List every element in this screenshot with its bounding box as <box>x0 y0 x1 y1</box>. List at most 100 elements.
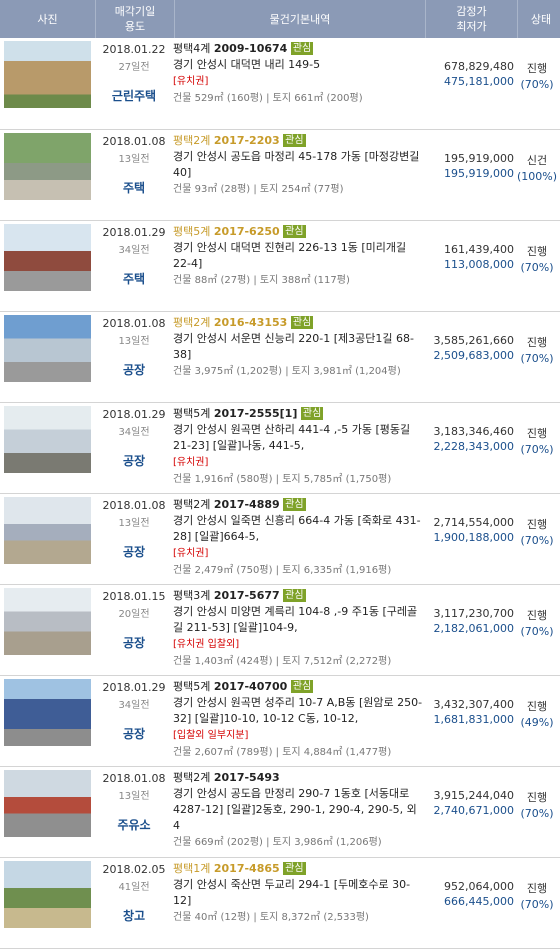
usage-type: 주유소 <box>117 817 151 832</box>
photo-cell <box>0 675 95 766</box>
days-ago: 27일전 <box>118 62 150 73</box>
favorite-badge[interactable]: 관심 <box>283 588 306 602</box>
table-row[interactable]: 2018.01.08 13일전 주택 평택2계 2017-2203 관심 경기 … <box>0 129 560 220</box>
minimum-price: 113,008,000 <box>444 257 514 271</box>
price-cell: 2,714,554,000 1,900,188,000 <box>423 493 514 584</box>
details-cell: 평택5계 2017-6250 관심 경기 안성시 대덕면 진현리 226-13 … <box>173 220 423 311</box>
property-photo[interactable] <box>4 860 91 928</box>
days-ago: 20일전 <box>118 608 150 620</box>
property-photo[interactable] <box>4 41 91 108</box>
status-text: 진행 <box>526 335 548 349</box>
appraisal-price: 3,183,346,460 <box>433 424 514 438</box>
warning-tag: [유치권] <box>173 456 209 468</box>
price-cell: 952,064,000 666,445,000 <box>423 857 514 948</box>
photo-cell <box>0 584 95 675</box>
table-row[interactable]: 2018.01.29 34일전 공장 평택5계 2017-40700 관심 경기… <box>0 675 560 766</box>
property-photo[interactable] <box>4 496 91 564</box>
case-number-link[interactable]: 2017-4865 <box>214 862 280 875</box>
warning-tag: [입찰외 일부지분] <box>173 729 249 741</box>
table-row[interactable]: 2018.01.08 13일전 공장 평택2계 2017-4889 관심 경기 … <box>0 493 560 584</box>
property-photo[interactable] <box>4 769 91 837</box>
price-cell: 195,919,000 195,919,000 <box>423 129 514 220</box>
status-text: 신건 <box>526 153 548 167</box>
favorite-badge[interactable]: 관심 <box>290 315 314 329</box>
area-info: 건물 93㎡ (28평) | 토지 254㎡ (77평) <box>173 183 344 195</box>
favorite-badge[interactable]: 관심 <box>283 224 306 238</box>
days-ago: 13일전 <box>118 790 150 802</box>
table-row[interactable]: 2018.01.22 27일전 근린주택 평택4계 2009-10674 관심 … <box>0 38 560 129</box>
case-number-link[interactable]: 2017-4889 <box>214 498 280 511</box>
favorite-badge[interactable]: 관심 <box>290 679 314 693</box>
minimum-price: 2,509,683,000 <box>433 348 514 362</box>
case-number-link[interactable]: 2017-2555[1] <box>214 407 298 420</box>
status-percent: (49%) <box>520 715 554 729</box>
table-row[interactable]: 2018.01.08 13일전 주유소 평택2계 2017-5493 경기 안성… <box>0 766 560 857</box>
status-percent: (70%) <box>520 351 554 365</box>
col-price: 감정가 최저가 <box>425 0 518 38</box>
status-cell: 신건 (100%) <box>514 129 560 220</box>
details-cell: 평택2계 2017-2203 관심 경기 안성시 공도읍 마정리 45-178 … <box>173 129 423 220</box>
table-row[interactable]: 2018.01.29 34일전 공장 평택5계 2017-2555[1] 관심 … <box>0 402 560 493</box>
days-ago: 13일전 <box>118 335 150 347</box>
table-row[interactable]: 2018.01.15 20일전 공장 평택3계 2017-5677 관심 경기 … <box>0 584 560 675</box>
days-ago: 41일전 <box>118 881 150 893</box>
favorite-badge[interactable]: 관심 <box>283 861 306 875</box>
property-photo[interactable] <box>4 587 91 655</box>
area-info: 건물 40㎡ (12평) | 토지 8,372㎡ (2,533평) <box>173 911 369 923</box>
photo-cell <box>0 311 95 402</box>
address: 경기 안성시 죽산면 두교리 294-1 [두메호수로 30-12] <box>173 877 411 907</box>
status-percent: (70%) <box>520 78 554 91</box>
case-number-link[interactable]: 2016-43153 <box>214 316 287 329</box>
appraisal-price: 3,915,244,040 <box>433 788 514 802</box>
favorite-badge[interactable]: 관심 <box>283 133 306 147</box>
property-photo[interactable] <box>4 678 91 746</box>
col-photo: 사진 <box>0 0 96 38</box>
status-percent: (70%) <box>520 533 554 547</box>
minimum-price: 2,182,061,000 <box>433 621 514 635</box>
table-row[interactable]: 2018.01.08 13일전 공장 평택2계 2016-43153 관심 경기… <box>0 311 560 402</box>
details-cell: 평택2계 2017-5493 경기 안성시 공도읍 만정리 290-7 1동호 … <box>173 766 423 857</box>
property-photo[interactable] <box>4 405 91 473</box>
area-info: 건물 1,403㎡ (424평) | 토지 7,512㎡ (2,272평) <box>173 655 392 667</box>
table-row[interactable]: 2018.01.29 34일전 주택 평택5계 2017-6250 관심 경기 … <box>0 220 560 311</box>
usage-type: 공장 <box>122 635 146 650</box>
property-photo[interactable] <box>4 132 91 200</box>
appraisal-price: 678,829,480 <box>444 60 514 73</box>
col-status: 상태 <box>530 12 552 26</box>
days-ago: 13일전 <box>118 153 150 165</box>
property-photo[interactable] <box>4 223 91 291</box>
usage-type: 공장 <box>122 726 146 741</box>
case-number-link[interactable]: 2017-2203 <box>214 134 280 147</box>
table-header: 사진 매각기일 용도 물건기본내역 감정가 최저가 상태 <box>0 0 560 38</box>
auction-date: 2018.01.15 <box>102 589 166 603</box>
case-number-link[interactable]: 2017-40700 <box>214 680 287 693</box>
status-text: 진행 <box>526 62 548 75</box>
table-body: 2018.01.22 27일전 근린주택 평택4계 2009-10674 관심 … <box>0 38 560 949</box>
status-percent: (70%) <box>520 442 554 456</box>
minimum-price: 475,181,000 <box>444 75 514 88</box>
address: 경기 안성시 일죽면 신흥리 664-4 가동 [죽화로 431-28] [일괄… <box>173 513 421 543</box>
price-cell: 3,432,307,400 1,681,831,000 <box>423 675 514 766</box>
case-number-link[interactable]: 2017-6250 <box>214 225 280 238</box>
favorite-badge[interactable]: 관심 <box>290 42 314 55</box>
case-number-link[interactable]: 2017-5677 <box>214 589 280 602</box>
favorite-badge[interactable]: 관심 <box>300 406 324 420</box>
property-photo[interactable] <box>4 314 91 382</box>
case-number-link[interactable]: 2009-10674 <box>214 42 287 55</box>
auction-date: 2018.01.08 <box>102 771 166 785</box>
photo-cell <box>0 220 95 311</box>
photo-cell <box>0 129 95 220</box>
status-cell: 진행 (70%) <box>514 402 560 493</box>
case-number-link[interactable]: 2017-5493 <box>214 771 280 784</box>
status-text: 진행 <box>526 517 548 531</box>
auction-date: 2018.01.29 <box>102 680 166 694</box>
auction-date: 2018.01.29 <box>102 225 166 239</box>
price-cell: 3,183,346,460 2,228,343,000 <box>423 402 514 493</box>
address: 경기 안성시 대덕면 내리 149-5 <box>173 58 321 71</box>
table-row[interactable]: 2018.02.05 41일전 창고 평택1계 2017-4865 관심 경기 … <box>0 857 560 948</box>
auction-date: 2018.02.05 <box>102 862 166 876</box>
court-name: 평택4계 <box>173 42 211 55</box>
table-rows: 2018.01.22 27일전 근린주택 평택4계 2009-10674 관심 … <box>0 38 560 949</box>
address: 경기 안성시 공도읍 만정리 290-7 1동호 [서동대로 4287-12] … <box>173 786 417 832</box>
favorite-badge[interactable]: 관심 <box>283 497 306 511</box>
